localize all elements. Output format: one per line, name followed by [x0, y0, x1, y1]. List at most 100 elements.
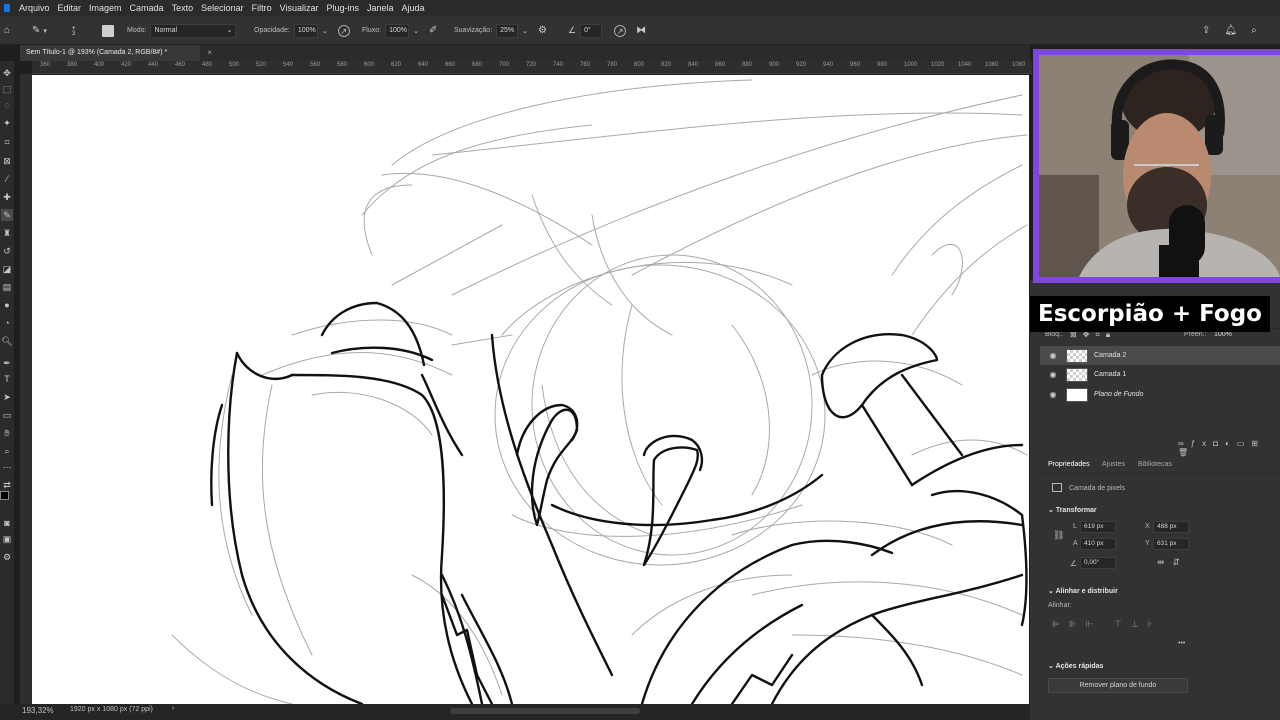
brush-settings-button[interactable] — [102, 16, 114, 45]
layer-row-camada-1[interactable]: ◉ Camada 1 — [1040, 365, 1280, 384]
crop-tool-icon[interactable]: ⌗ — [1, 136, 13, 148]
smoothing-input[interactable]: 25% — [496, 23, 519, 38]
menu-janela[interactable]: Janela — [364, 0, 399, 16]
link-proportions-icon[interactable]: ⛓ — [1053, 530, 1064, 541]
tools-panel: ✥ ⬚ ◌ ✦ ⌗ ⊠ ⁄ ✚ ✎ ♜ ↺ ◪ ▤ ● ◔ 🔍︎ ✒ T ➤ ▭… — [0, 61, 14, 711]
transform-section-title[interactable]: ⌄ Transformar — [1048, 506, 1097, 514]
horizontal-scrollbar[interactable] — [450, 708, 640, 714]
blur-tool-icon[interactable]: ● — [1, 299, 13, 311]
smoothing-settings-gear-icon[interactable]: ⚙ — [538, 25, 547, 36]
brush-angle-input[interactable]: 0° — [580, 23, 603, 38]
remove-background-button[interactable]: Remover plano de fundo — [1048, 678, 1188, 693]
stream-caption: Escorpião + Fogo — [1030, 296, 1270, 332]
pressure-opacity-icon[interactable]: ↗ — [337, 24, 350, 37]
layer-actions[interactable]: ∞ƒx◘◐▭⊞🗑︎ — [1178, 439, 1280, 457]
eraser-tool-icon[interactable]: ◪ — [1, 263, 13, 275]
chevron-down-icon[interactable]: ⌄ — [322, 27, 328, 35]
menu-filtro[interactable]: Filtro — [249, 0, 277, 16]
more-options-icon[interactable]: ••• — [1178, 640, 1185, 647]
home-button[interactable]: ⌂ — [4, 16, 10, 45]
zoom-tool-icon[interactable]: ⌕ — [1, 445, 13, 457]
document-tab[interactable]: Sem Título-1 @ 193% (Camada 2, RGB/8#) *… — [20, 45, 212, 61]
chevron-down-icon: ▾ — [43, 27, 47, 35]
notifications-bell-icon[interactable]: 🔔︎ — [1224, 25, 1237, 36]
foreground-color-swatch[interactable] — [0, 491, 9, 500]
screen-mode-icon[interactable]: ▣ — [1, 533, 13, 545]
frame-tool-icon[interactable]: ⊠ — [1, 155, 13, 167]
y-input[interactable]: 631 px — [1153, 538, 1189, 550]
height-input[interactable]: 410 px — [1080, 538, 1116, 550]
menu-camada[interactable]: Camada — [127, 0, 169, 16]
chevron-down-icon[interactable]: ⌄ — [413, 27, 419, 35]
x-input[interactable]: 488 px — [1153, 521, 1189, 533]
rotation-input[interactable]: 0,00° — [1080, 557, 1116, 569]
pixel-layer-icon — [1052, 483, 1062, 492]
tab-properties[interactable]: Propriedades — [1048, 461, 1090, 468]
move-tool-icon[interactable]: ✥ — [1, 67, 13, 79]
quick-select-tool-icon[interactable]: ✦ — [1, 117, 13, 129]
visibility-eye-icon[interactable]: ◉ — [1046, 390, 1060, 399]
share-icon[interactable]: ⇪ — [1202, 25, 1210, 36]
eyedropper-tool-icon[interactable]: ⁄ — [1, 173, 13, 185]
rectangle-tool-icon[interactable]: ▭ — [1, 409, 13, 421]
ruler-tick-label: 1020 — [931, 62, 945, 68]
menu-visualizar[interactable]: Visualizar — [277, 0, 324, 16]
menu-ajuda[interactable]: Ajuda — [399, 0, 430, 16]
layer-row-plano-de-fundo[interactable]: ◉ Plano de Fundo — [1040, 385, 1280, 404]
symmetry-icon[interactable]: ⧓ — [636, 25, 646, 36]
menu-editar[interactable]: Editar — [55, 0, 87, 16]
pen-tool-icon[interactable]: ✒ — [1, 357, 13, 369]
opacity-label: Opacidade: — [254, 27, 290, 34]
align-buttons[interactable]: ⊫⊪⊩ ⊤⊥⊦ — [1052, 619, 1161, 630]
dodge-tool-icon[interactable]: ◔ — [1, 317, 13, 329]
tab-libraries[interactable]: Bibliotecas — [1138, 461, 1172, 468]
extras-icon[interactable]: ⚙ — [1, 551, 13, 563]
path-selection-tool-icon[interactable]: ➤ — [1, 391, 13, 403]
layer-row-camada-2[interactable]: ◉ Camada 2 — [1040, 346, 1280, 365]
flip-icons[interactable]: ⇹⇵ — [1157, 557, 1188, 568]
width-input[interactable]: 619 px — [1080, 521, 1116, 533]
lasso-tool-icon[interactable]: ◌ — [1, 99, 13, 111]
history-brush-tool-icon[interactable]: ↺ — [1, 245, 13, 257]
type-tool-icon[interactable]: T — [1, 373, 13, 385]
mode-label: Modo: — [127, 27, 147, 34]
quick-actions-section-title[interactable]: ⌄ Ações rápidas — [1048, 662, 1103, 670]
flow-input[interactable]: 100% — [385, 23, 410, 38]
swap-colors-icon[interactable]: ⇄ — [1, 479, 13, 491]
healing-brush-tool-icon[interactable]: ✚ — [1, 191, 13, 203]
dodge-tool-icon-2[interactable]: 🔍︎ — [1, 335, 13, 347]
clone-stamp-tool-icon[interactable]: ♜ — [1, 227, 13, 239]
status-info-arrow-icon[interactable]: › — [172, 705, 174, 712]
menu-plugins[interactable]: Plug-ins — [323, 0, 364, 16]
align-section-title[interactable]: ⌄ Alinhar e distribuir — [1048, 587, 1118, 595]
menu-arquivo[interactable]: Arquivo — [16, 0, 55, 16]
quick-mask-icon[interactable]: ◙ — [1, 517, 13, 529]
zoom-level[interactable]: 193,32% — [22, 706, 54, 715]
opacity-input[interactable]: 100% — [293, 23, 318, 38]
visibility-eye-icon[interactable]: ◉ — [1046, 351, 1060, 360]
ruler-tick-label: 780 — [607, 62, 618, 68]
more-tools-icon[interactable]: ⋯ — [1, 461, 13, 473]
brush-size-picker[interactable]: ● 3 — [72, 16, 75, 45]
menu-selecionar[interactable]: Selecionar — [198, 0, 249, 16]
search-icon[interactable]: ⌕ — [1251, 25, 1257, 36]
airbrush-icon[interactable]: ✐ — [429, 25, 437, 36]
gradient-tool-icon[interactable]: ▤ — [1, 281, 13, 293]
visibility-eye-icon[interactable]: ◉ — [1046, 370, 1060, 379]
hand-tool-icon[interactable]: ✋︎ — [1, 427, 13, 439]
marquee-tool-icon[interactable]: ⬚ — [1, 83, 13, 95]
ruler-tick-label: 700 — [499, 62, 510, 68]
close-tab-icon[interactable]: × — [207, 45, 212, 61]
ruler-tick-label: 1080 — [1012, 62, 1026, 68]
chevron-down-icon[interactable]: ⌄ — [522, 27, 528, 35]
mode-select[interactable]: Normal ⌄ — [150, 23, 237, 38]
tab-adjustments[interactable]: Ajustes — [1102, 461, 1125, 468]
fill-value[interactable]: 100% — [1214, 331, 1232, 338]
brush-tool-preset[interactable]: ✎ ▾ — [32, 16, 47, 45]
pressure-size-icon[interactable]: ↗ — [614, 24, 627, 37]
menu-imagem[interactable]: Imagem — [86, 0, 127, 16]
y-label: Y — [1145, 540, 1150, 547]
menu-texto[interactable]: Texto — [169, 0, 199, 16]
brush-tool-icon[interactable]: ✎ — [1, 209, 13, 221]
drawing-canvas[interactable] — [32, 75, 1029, 704]
